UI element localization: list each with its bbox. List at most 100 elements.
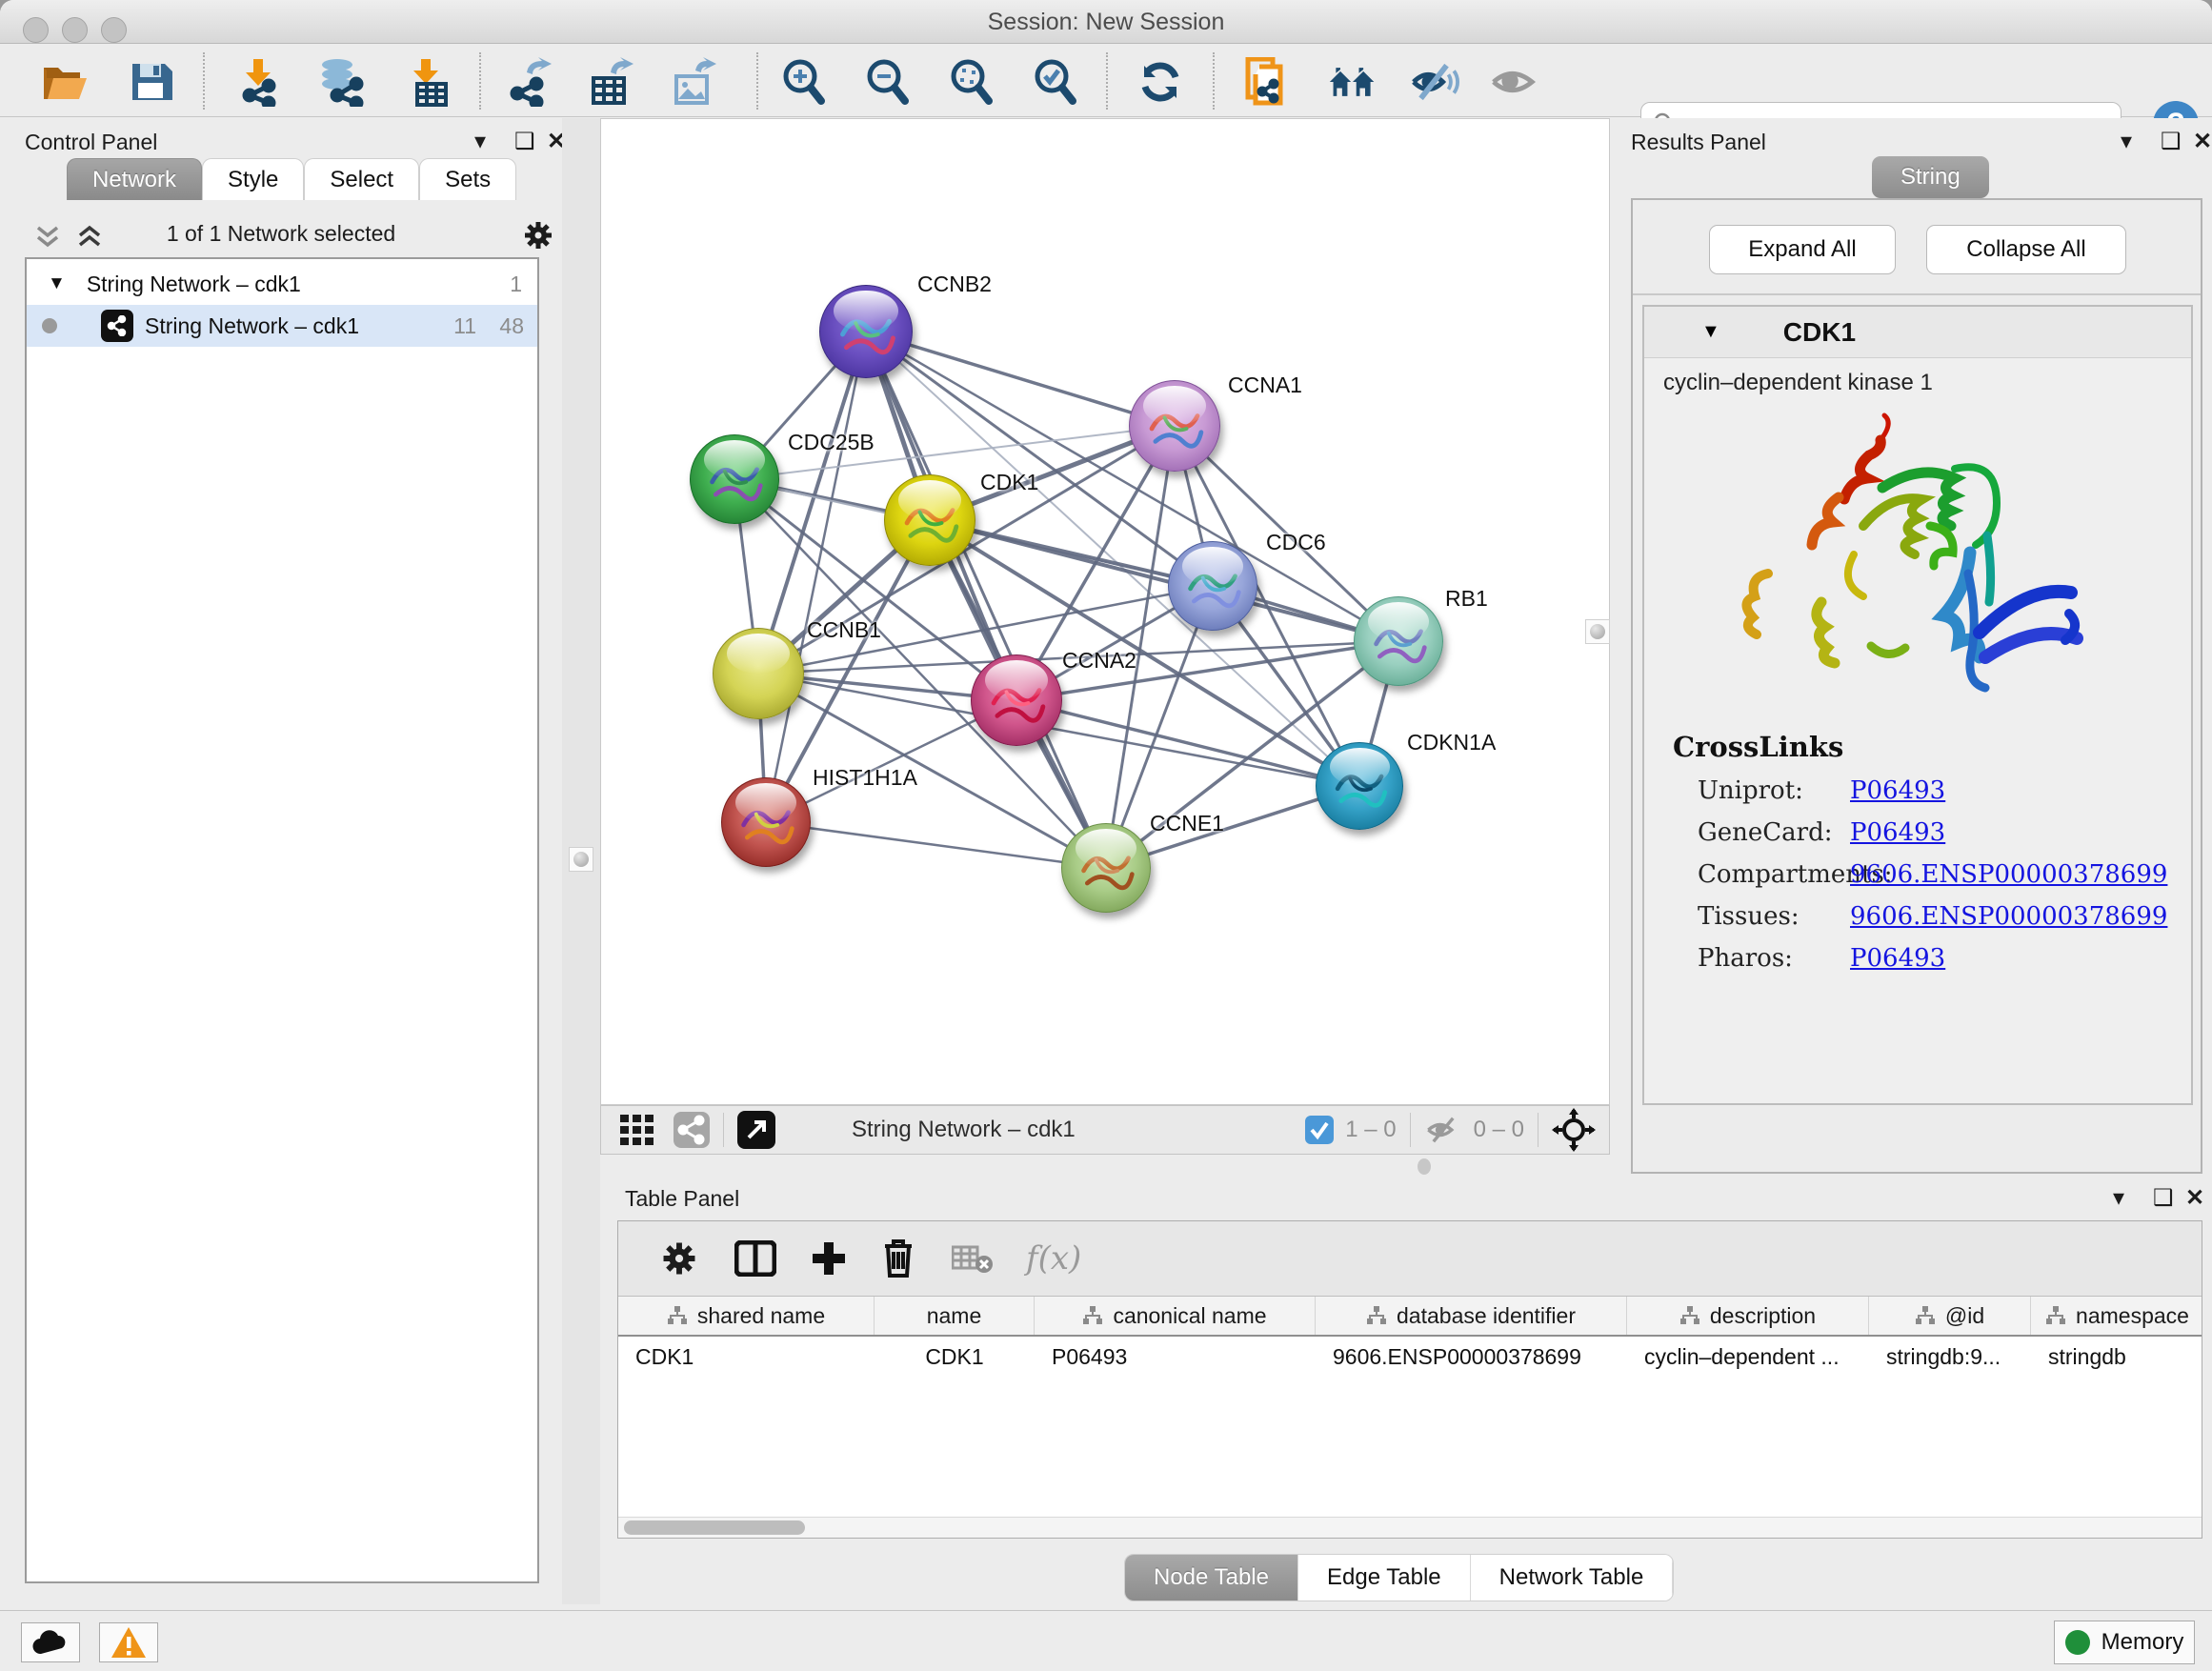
- panel-menu-icon[interactable]: ▾: [2121, 128, 2132, 155]
- refresh-icon[interactable]: [1136, 58, 1185, 106]
- network-edge[interactable]: [766, 332, 866, 822]
- column-header-canonical-name[interactable]: canonical name: [1035, 1297, 1316, 1335]
- results-panel-title: Results Panel: [1631, 130, 1766, 155]
- left-splitter[interactable]: [562, 118, 600, 1604]
- show-eye-icon[interactable]: [1488, 58, 1538, 106]
- panel-float-icon[interactable]: ❑: [514, 128, 535, 155]
- column-header--id[interactable]: @id: [1869, 1297, 2031, 1335]
- column-header-database-identifier[interactable]: database identifier: [1316, 1297, 1627, 1335]
- column-header-name[interactable]: name: [875, 1297, 1035, 1335]
- splitter-handle[interactable]: [569, 847, 593, 872]
- network-node-hist1h1a[interactable]: [721, 777, 811, 867]
- save-session-icon[interactable]: [126, 58, 175, 106]
- tab-select[interactable]: Select: [304, 158, 419, 200]
- network-node-ccna2[interactable]: [971, 654, 1062, 746]
- scroll-thumb[interactable]: [624, 1520, 805, 1535]
- show-columns-icon[interactable]: [734, 1240, 776, 1277]
- network-collection-row[interactable]: ▼ String Network – cdk1 1: [27, 263, 537, 305]
- tab-sets[interactable]: Sets: [419, 158, 516, 200]
- duplicate-network-icon[interactable]: [1242, 58, 1292, 106]
- network-node-cdk1[interactable]: [884, 474, 975, 566]
- table-cell: CDK1: [875, 1337, 1035, 1377]
- expand-all-button[interactable]: Expand All: [1709, 225, 1896, 274]
- import-network-icon[interactable]: [232, 58, 282, 106]
- warning-icon: [111, 1626, 147, 1659]
- network-canvas[interactable]: CCNB2 CCNA1 CDC25B CDK1 CDC6: [600, 118, 1610, 1105]
- import-database-icon[interactable]: [316, 58, 366, 106]
- network-node-ccna1[interactable]: [1129, 380, 1220, 472]
- zoom-out-icon[interactable]: [863, 58, 913, 106]
- warnings-button[interactable]: [99, 1622, 158, 1662]
- cloud-button[interactable]: [21, 1622, 80, 1662]
- column-header-shared-name[interactable]: shared name: [618, 1297, 875, 1335]
- export-network-icon[interactable]: [504, 58, 553, 106]
- memory-button[interactable]: Memory: [2054, 1621, 2195, 1664]
- column-header-description[interactable]: description: [1627, 1297, 1869, 1335]
- add-column-icon[interactable]: [811, 1240, 847, 1277]
- crosslink-link[interactable]: 9606.ENSP00000378699: [1850, 860, 2167, 889]
- panel-menu-icon[interactable]: ▾: [474, 128, 486, 155]
- table-row[interactable]: CDK1CDK1P064939606.ENSP00000378699cyclin…: [618, 1337, 2202, 1377]
- network-row-selected[interactable]: String Network – cdk1 11 48: [27, 305, 537, 347]
- table-header-row: shared namenamecanonical namedatabase id…: [618, 1297, 2202, 1337]
- node-label: CCNB2: [917, 272, 992, 297]
- export-image-icon[interactable]: [669, 58, 718, 106]
- collapse-gene-icon[interactable]: ▼: [1701, 321, 1720, 343]
- right-splitter-handle[interactable]: [1585, 619, 1610, 644]
- node-label: HIST1H1A: [813, 765, 917, 791]
- tab-style[interactable]: Style: [202, 158, 304, 200]
- crosslink-link[interactable]: 9606.ENSP00000378699: [1850, 902, 2167, 931]
- network-node-cdkn1a[interactable]: [1316, 742, 1403, 830]
- table-settings-gear-icon[interactable]: [660, 1239, 698, 1278]
- zoom-selected-icon[interactable]: [1031, 58, 1080, 106]
- network-node-cdc25b[interactable]: [690, 434, 779, 524]
- selected-checkbox-icon[interactable]: [1305, 1116, 1334, 1144]
- network-node-cdc6[interactable]: [1168, 541, 1257, 631]
- tab-network-table[interactable]: Network Table: [1471, 1555, 1674, 1601]
- node-table[interactable]: shared namenamecanonical namedatabase id…: [618, 1296, 2202, 1517]
- gear-icon[interactable]: [522, 219, 554, 252]
- zoom-fit-icon[interactable]: [947, 58, 996, 106]
- collapse-all-button[interactable]: Collapse All: [1926, 225, 2126, 274]
- hide-eye-icon[interactable]: [1410, 58, 1459, 106]
- table-cell: stringdb:9...: [1869, 1337, 2031, 1377]
- network-node-ccne1[interactable]: [1061, 823, 1151, 913]
- birdseye-icon[interactable]: [1552, 1108, 1596, 1152]
- network-node-rb1[interactable]: [1354, 596, 1443, 686]
- panel-close-icon[interactable]: ✕: [2185, 1184, 2204, 1212]
- string-view-icon[interactable]: [674, 1112, 710, 1148]
- string-results-box: Expand All Collapse All ▼ CDK1 cyclin–de…: [1631, 198, 2202, 1174]
- network-edge[interactable]: [930, 520, 1398, 641]
- tab-network[interactable]: Network: [67, 158, 202, 200]
- crosslink-link[interactable]: P06493: [1850, 944, 1945, 973]
- results-button-row: Expand All Collapse All: [1633, 200, 2201, 295]
- tab-edge-table[interactable]: Edge Table: [1298, 1555, 1471, 1601]
- splitter-grip[interactable]: [1418, 1158, 1431, 1175]
- main-toolbar: ?: [0, 45, 2212, 117]
- gene-description: cyclin–dependent kinase 1: [1663, 370, 1933, 396]
- delete-column-icon[interactable]: [881, 1238, 915, 1278]
- panel-close-icon[interactable]: ✕: [2193, 128, 2212, 155]
- export-table-icon[interactable]: [586, 58, 635, 106]
- network-edge[interactable]: [766, 822, 1106, 868]
- memory-status-dot: [2065, 1630, 2090, 1655]
- open-in-window-icon[interactable]: [737, 1111, 775, 1149]
- tree-expand-icon[interactable]: ▼: [48, 273, 66, 294]
- grid-view-icon[interactable]: [620, 1115, 656, 1145]
- network-node-ccnb1[interactable]: [713, 628, 804, 719]
- column-header-namespace[interactable]: namespace: [2031, 1297, 2202, 1335]
- crosslink-link[interactable]: P06493: [1850, 818, 1945, 847]
- import-table-icon[interactable]: [402, 58, 452, 106]
- panel-float-icon[interactable]: ❑: [2153, 1184, 2174, 1212]
- tab-string[interactable]: String: [1872, 156, 1989, 198]
- panel-float-icon[interactable]: ❑: [2161, 128, 2182, 155]
- open-folder-icon[interactable]: [40, 58, 90, 106]
- title-bar: Session: New Session: [0, 0, 2212, 44]
- tab-node-table[interactable]: Node Table: [1125, 1555, 1298, 1601]
- crosslink-link[interactable]: P06493: [1850, 776, 1945, 805]
- network-node-ccnb2[interactable]: [819, 285, 913, 378]
- panel-menu-icon[interactable]: ▾: [2113, 1184, 2124, 1212]
- home-icon[interactable]: [1328, 58, 1377, 106]
- zoom-in-icon[interactable]: [779, 58, 829, 106]
- table-hscrollbar[interactable]: [618, 1517, 2202, 1538]
